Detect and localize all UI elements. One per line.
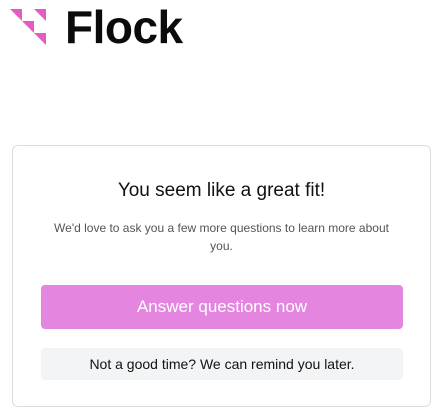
brand-name: Flock	[65, 1, 183, 53]
fit-card: You seem like a great fit! We'd love to …	[12, 145, 431, 407]
app-header: Flock	[10, 4, 183, 50]
remind-later-button[interactable]: Not a good time? We can remind you later…	[41, 348, 403, 380]
card-title: You seem like a great fit!	[117, 180, 326, 201]
answer-questions-button[interactable]: Answer questions now	[41, 285, 403, 329]
flock-logo-icon	[10, 9, 46, 45]
card-description: We'd love to ask you a few more question…	[54, 221, 389, 253]
